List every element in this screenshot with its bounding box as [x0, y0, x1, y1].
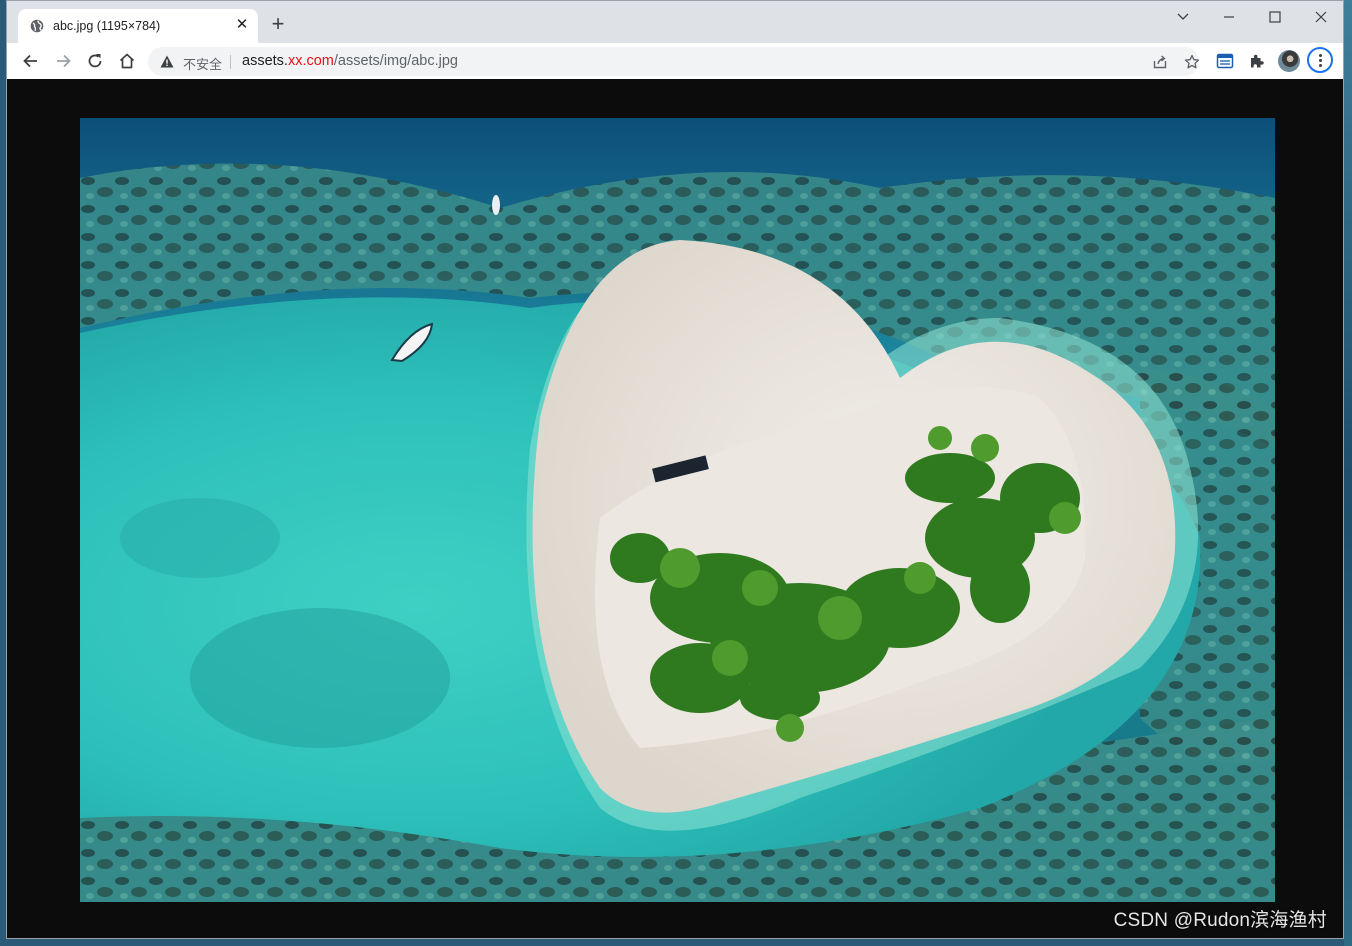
- back-arrow-icon[interactable]: [21, 51, 41, 71]
- toolbar: 不安全 assets.xx.com/assets/img/abc.jpg: [7, 43, 1343, 79]
- minimize-icon[interactable]: [1215, 7, 1243, 27]
- tab-close-icon[interactable]: ✕: [234, 17, 250, 33]
- tab-active[interactable]: abc.jpg (1195×784) ✕: [18, 9, 258, 43]
- reload-icon[interactable]: [85, 51, 105, 71]
- star-bookmark-icon[interactable]: [1184, 54, 1200, 70]
- chevron-down-icon[interactable]: [1169, 7, 1197, 27]
- desktop-background: [1344, 0, 1352, 946]
- share-icon[interactable]: [1152, 54, 1168, 70]
- url-domain-masked: xx.com: [287, 53, 334, 69]
- globe-icon: [30, 19, 44, 33]
- profile-avatar[interactable]: [1278, 50, 1300, 72]
- reading-list-icon[interactable]: [1216, 52, 1234, 70]
- address-bar[interactable]: 不安全 assets.xx.com/assets/img/abc.jpg: [148, 47, 1200, 76]
- url-prefix: assets.: [242, 53, 288, 69]
- home-icon[interactable]: [117, 51, 137, 71]
- new-tab-button[interactable]: +: [269, 13, 287, 35]
- extensions-puzzle-icon[interactable]: [1248, 52, 1266, 70]
- image-viewer: CSDN @Rudon滨海渔村: [7, 79, 1343, 938]
- forward-arrow-icon[interactable]: [53, 51, 73, 71]
- more-menu-icon[interactable]: [1307, 47, 1333, 73]
- watermark: CSDN @Rudon滨海渔村: [1113, 910, 1327, 931]
- divider: [230, 55, 231, 69]
- url-path: /assets/img/abc.jpg: [333, 53, 458, 69]
- url-text[interactable]: assets.xx.com/assets/img/abc.jpg: [242, 53, 458, 69]
- heart-island-photo[interactable]: [80, 118, 1275, 902]
- maximize-icon[interactable]: [1261, 7, 1289, 27]
- warning-icon[interactable]: [160, 55, 174, 68]
- tab-title: abc.jpg (1195×784): [53, 19, 161, 33]
- close-window-icon[interactable]: [1307, 7, 1335, 27]
- title-bar: abc.jpg (1195×784) ✕ +: [7, 1, 1343, 43]
- browser-window: abc.jpg (1195×784) ✕ + 不安全 assets.xx.com…: [6, 0, 1344, 939]
- security-label[interactable]: 不安全: [183, 54, 222, 73]
